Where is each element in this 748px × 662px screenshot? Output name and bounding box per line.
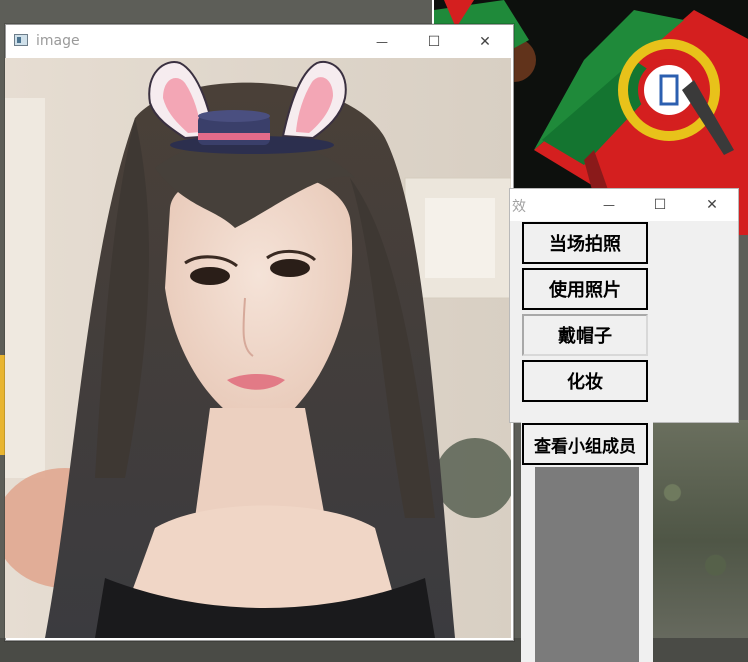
bunny-hat-sticker — [148, 60, 347, 154]
makeup-button[interactable]: 化妆 — [522, 360, 648, 402]
control-maximize-button[interactable]: ☐ — [635, 189, 685, 221]
use-photo-button[interactable]: 使用照片 — [522, 268, 648, 310]
take-photo-button[interactable]: 当场拍照 — [522, 222, 648, 264]
image-window-titlebar[interactable]: image — ☐ ✕ — [6, 25, 513, 58]
maximize-icon: ☐ — [427, 33, 441, 50]
maximize-icon: ☐ — [653, 197, 667, 213]
minimize-icon: — — [603, 198, 615, 212]
control-window-panel — [535, 467, 639, 662]
minimize-icon: — — [376, 34, 388, 49]
maximize-button[interactable]: ☐ — [411, 25, 457, 58]
desktop-background-photo — [640, 420, 748, 662]
window-app-icon — [14, 34, 28, 46]
close-icon: ✕ — [479, 33, 491, 50]
close-button[interactable]: ✕ — [462, 25, 508, 58]
control-minimize-button[interactable]: — — [584, 189, 634, 221]
photo-canvas — [5, 58, 511, 638]
close-icon: ✕ — [706, 197, 718, 213]
view-team-members-button[interactable]: 查看小组成员 — [522, 423, 648, 465]
wear-hat-button[interactable]: 戴帽子 — [522, 314, 648, 356]
control-close-button[interactable]: ✕ — [687, 189, 737, 221]
control-window-title: 效 — [512, 199, 526, 215]
image-window-title: image — [36, 33, 80, 49]
minimize-button[interactable]: — — [359, 25, 405, 58]
control-window-titlebar[interactable]: 效 — ☐ ✕ — [510, 189, 738, 221]
